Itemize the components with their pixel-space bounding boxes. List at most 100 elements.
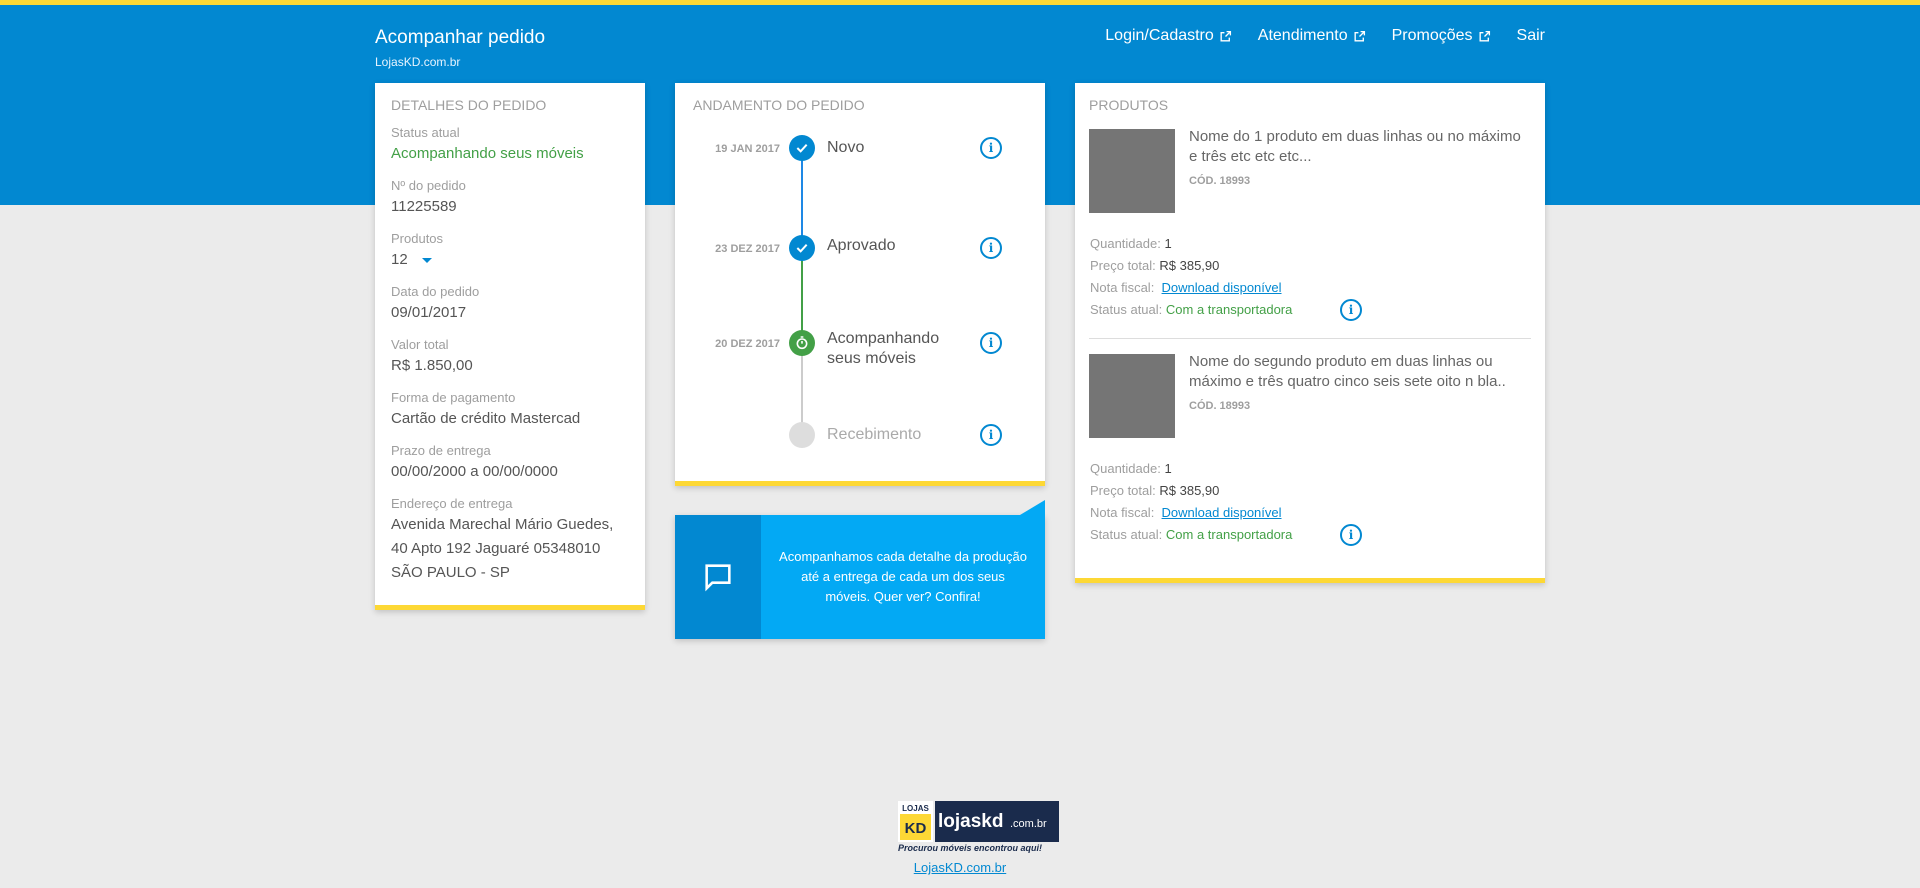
nav-sair[interactable]: Sair	[1517, 27, 1545, 45]
quantity-row: Quantidade: 1	[1090, 458, 1530, 480]
logo-kd-text: KD	[905, 820, 927, 837]
invoice-row: Nota fiscal: Download disponível	[1090, 277, 1530, 299]
delivery-window-value: 00/00/2000 a 00/00/0000	[391, 463, 558, 480]
external-link-icon	[1220, 30, 1231, 42]
step-label: Aprovado	[827, 237, 896, 254]
order-details-card: DETALHES DO PEDIDO Status atual Acompanh…	[375, 83, 645, 610]
step-date: 19 JAN 2017	[715, 143, 780, 155]
quantity-row: Quantidade: 1	[1090, 233, 1530, 255]
info-icon[interactable]: i	[980, 237, 1002, 259]
product-name: Nome do 1 produto em duas linhas ou no m…	[1189, 128, 1521, 165]
info-icon[interactable]: i	[1340, 524, 1362, 546]
products-count-dropdown[interactable]: 12	[391, 248, 629, 272]
field-label: Data do pedido	[391, 284, 480, 299]
product-divider	[1089, 338, 1531, 339]
nav-login[interactable]: Login/Cadastro	[1105, 27, 1232, 45]
field-total: Valor total R$ 1.850,00	[391, 337, 629, 378]
product-status-value: Com a transportadora	[1165, 302, 1293, 317]
products-count-value: 12	[391, 251, 408, 268]
field-payment: Forma de pagamento Cartão de crédito Mas…	[391, 390, 629, 431]
nav-login-label: Login/Cadastro	[1105, 27, 1214, 44]
timer-icon	[789, 330, 815, 356]
info-icon[interactable]: i	[980, 332, 1002, 354]
step-date: 23 DEZ 2017	[715, 243, 780, 255]
payment-value: Cartão de crédito Mastercad	[391, 410, 581, 427]
field-order-number: Nº do pedido 11225589	[391, 178, 629, 219]
step-label: Recebimento	[827, 426, 922, 443]
invoice-label: Nota fiscal:	[1090, 505, 1155, 520]
info-icon[interactable]: i	[980, 137, 1002, 159]
banner-corner	[1020, 500, 1045, 515]
timeline-line-done	[801, 149, 803, 249]
lojaskd-logo: LOJAS KD lojaskd .com.br Procurou móveis…	[898, 801, 1059, 853]
status-value: Acompanhando seus móveis	[391, 145, 584, 162]
footer-site-link[interactable]: LojasKD.com.br	[914, 860, 1006, 875]
price-label: Preço total:	[1090, 483, 1156, 498]
product-thumbnail	[1089, 129, 1175, 213]
product-info: Quantidade: 1 Preço total: R$ 385,90 Not…	[1090, 458, 1530, 546]
top-nav: Login/Cadastro Atendimento Promoções Sai…	[1105, 27, 1545, 45]
status-row: Status atual: Com a transportadora i	[1090, 299, 1530, 321]
product-name: Nome do segundo produto em duas linhas o…	[1189, 353, 1506, 390]
field-status: Status atual Acompanhando seus móveis	[391, 125, 629, 166]
product-info: Quantidade: 1 Preço total: R$ 385,90 Not…	[1090, 233, 1530, 321]
quantity-value: 1	[1164, 461, 1172, 476]
invoice-row: Nota fiscal: Download disponível	[1090, 502, 1530, 524]
status-row: Status atual: Com a transportadora i	[1090, 524, 1530, 546]
product-status-value: Com a transportadora	[1165, 527, 1293, 542]
info-icon[interactable]: i	[1340, 299, 1362, 321]
product-thumbnail	[1089, 354, 1175, 438]
nav-sair-label: Sair	[1516, 27, 1545, 44]
field-address: Endereço de entrega Avenida Marechal Már…	[391, 496, 629, 585]
field-delivery-window: Prazo de entrega 00/00/2000 a 00/00/0000	[391, 443, 629, 484]
logo-tagline-text: Procurou móveis encontrou aqui!	[898, 843, 1042, 853]
price-value: R$ 385,90	[1159, 483, 1220, 498]
logo-domain-text: .com.br	[1010, 818, 1047, 830]
field-label: Valor total	[391, 337, 449, 352]
price-row: Preço total: R$ 385,90	[1090, 255, 1530, 277]
field-products: Produtos 12	[391, 231, 629, 272]
invoice-download-link[interactable]: Download disponível	[1162, 505, 1282, 520]
step-label: Novo	[827, 139, 865, 156]
invoice-label: Nota fiscal:	[1090, 280, 1155, 295]
timeline-line-current	[801, 249, 803, 343]
info-icon[interactable]: i	[980, 424, 1002, 446]
product-code: CÓD. 18993	[1189, 400, 1251, 412]
nav-atendimento[interactable]: Atendimento	[1258, 27, 1366, 45]
logo-small-text: LOJAS	[902, 804, 929, 813]
brand: Acompanhar pedido LojasKD.com.br	[375, 27, 545, 69]
external-link-icon	[1479, 30, 1490, 42]
pending-dot-icon	[789, 422, 815, 448]
order-date-value: 09/01/2017	[391, 304, 467, 321]
field-label: Endereço de entrega	[391, 496, 513, 511]
price-value: R$ 385,90	[1159, 258, 1220, 273]
chevron-down-icon[interactable]	[421, 257, 432, 263]
page-title: Acompanhar pedido	[375, 27, 546, 48]
quantity-value: 1	[1164, 236, 1172, 251]
nav-promocoes-label: Promoções	[1391, 27, 1473, 44]
chat-icon	[675, 515, 761, 639]
check-icon	[789, 235, 815, 261]
external-link-icon	[1354, 30, 1365, 42]
status-label: Status atual:	[1090, 302, 1163, 317]
status-label: Status atual:	[1090, 527, 1163, 542]
production-banner[interactable]: Acompanhamos cada detalhe da produção at…	[675, 500, 1045, 639]
order-number-value: 11225589	[391, 198, 457, 215]
field-label: Produtos	[391, 231, 444, 246]
field-order-date: Data do pedido 09/01/2017	[391, 284, 629, 325]
products-title: PRODUTOS	[1089, 97, 1169, 113]
check-icon	[789, 135, 815, 161]
product-code: CÓD. 18993	[1189, 175, 1251, 187]
step-date: 20 DEZ 2017	[715, 338, 780, 350]
field-label: Status atual	[391, 125, 460, 140]
order-progress-card: ANDAMENTO DO PEDIDO 19 JAN 2017 Novo i 2…	[675, 83, 1045, 486]
price-label: Preço total:	[1090, 258, 1156, 273]
step-label: Acompanhando seus móveis	[827, 330, 940, 367]
invoice-download-link[interactable]: Download disponível	[1162, 280, 1282, 295]
address-value: Avenida Marechal Mário Guedes, 40 Apto 1…	[391, 516, 614, 581]
banner-text: Acompanhamos cada detalhe da produção at…	[779, 549, 1027, 604]
quantity-label: Quantidade:	[1090, 461, 1161, 476]
details-title: DETALHES DO PEDIDO	[391, 97, 547, 113]
field-label: Forma de pagamento	[391, 390, 516, 405]
nav-promocoes[interactable]: Promoções	[1392, 27, 1491, 45]
